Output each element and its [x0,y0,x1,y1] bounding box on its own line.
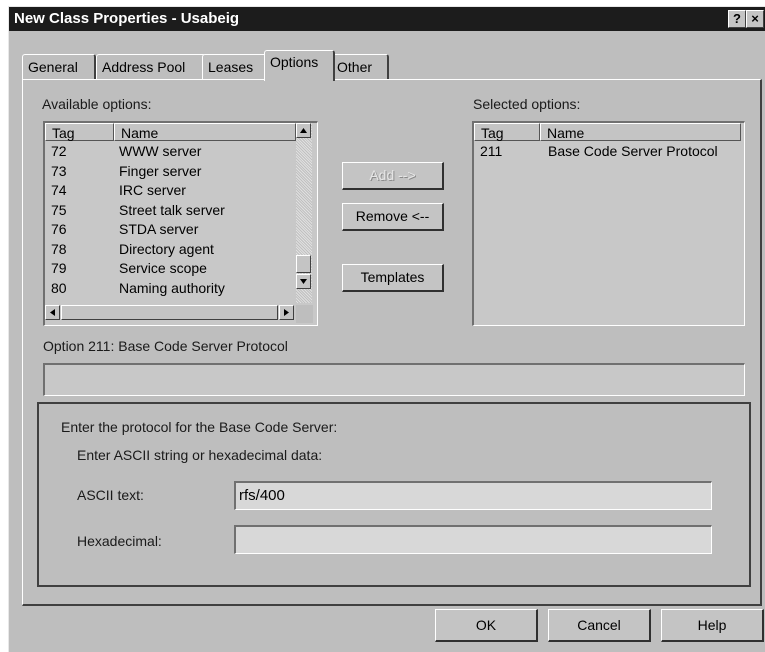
scroll-right-button[interactable] [279,305,294,320]
available-options-list[interactable]: Tag Name 72 WWW server 73 Finger server 74… [43,121,318,326]
help-button[interactable]: Help [661,609,764,642]
templates-button[interactable]: Templates [342,264,444,292]
option-description-label: Option 211: Base Code Server Protocol [43,338,288,354]
remove-button[interactable]: Remove <-- [342,203,444,231]
help-icon[interactable]: ? [728,10,746,28]
option-description-field [43,363,745,396]
hexadecimal-label: Hexadecimal: [77,533,162,549]
column-header-name[interactable]: Name [114,123,296,141]
selected-options-label: Selected options: [473,96,581,112]
tab-other[interactable]: Other [331,54,389,79]
scroll-up-button[interactable] [296,123,311,138]
scroll-down-button[interactable] [296,274,311,289]
cancel-button[interactable]: Cancel [548,609,651,642]
scroll-thumb[interactable] [296,255,311,273]
column-header-tag[interactable]: Tag [474,123,540,141]
available-options-label: Available options: [42,96,152,112]
vertical-scrollbar[interactable] [296,123,312,303]
ascii-text-label: ASCII text: [77,487,144,503]
protocol-prompt: Enter the protocol for the Base Code Ser… [61,419,338,435]
triangle-up-icon [300,128,307,133]
tab-options[interactable]: Options [264,50,335,81]
window-title: New Class Properties - Usabeig [14,10,240,27]
tab-general[interactable]: General [22,54,96,79]
horizontal-scrollbar[interactable] [45,305,296,321]
tab-address-pool[interactable]: Address Pool [96,54,206,79]
title-bar[interactable]: New Class Properties - Usabeig ? × [9,7,765,31]
hexadecimal-input[interactable] [234,525,712,554]
tab-leases[interactable]: Leases [202,54,269,79]
ok-button[interactable]: OK [435,609,538,642]
scrollbar-corner [296,305,313,323]
triangle-left-icon [50,309,55,316]
triangle-down-icon [300,279,307,284]
dialog-window: New Class Properties - Usabeig ? × Gener… [8,6,765,652]
column-header-tag[interactable]: Tag [45,123,114,141]
scroll-left-button[interactable] [45,305,60,320]
selected-options-list[interactable]: Tag Name 211 Base Code Server Protocol [472,121,745,326]
triangle-right-icon [284,309,289,316]
close-icon[interactable]: × [746,10,764,28]
ascii-text-input[interactable]: rfs/400 [234,481,712,510]
scroll-thumb-horizontal[interactable] [61,305,278,320]
data-type-prompt: Enter ASCII string or hexadecimal data: [77,447,323,463]
column-header-name[interactable]: Name [540,123,741,141]
add-button[interactable]: Add --> [342,162,444,190]
